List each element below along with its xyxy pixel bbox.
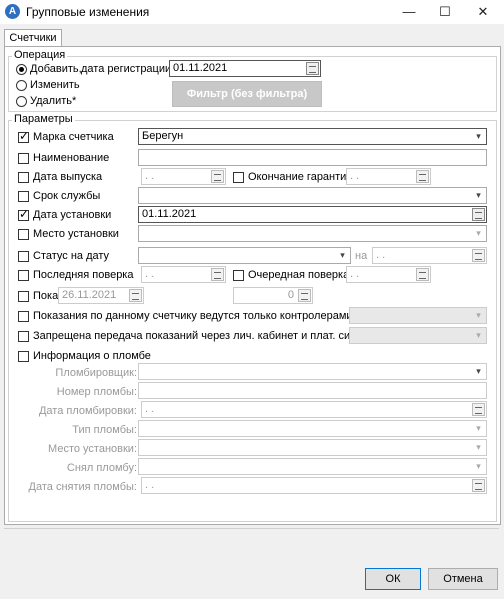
sealer-label: Пломбировщик: (55, 367, 137, 379)
poka-label: Пока (33, 290, 59, 302)
footer-separator (4, 528, 499, 529)
chevron-down-icon[interactable]: ▾ (472, 227, 485, 240)
next-check-checkbox[interactable] (233, 270, 244, 281)
calendar-icon[interactable] (129, 289, 142, 302)
radio-add[interactable] (16, 64, 27, 75)
marka-label: Марка счетчика (33, 131, 114, 143)
no-cabinet-label: Запрещена передача показаний через лич. … (33, 330, 380, 342)
next-check-field[interactable]: . . (346, 266, 431, 283)
install-place-checkbox[interactable] (18, 229, 29, 240)
operation-legend: Операция (12, 49, 68, 61)
warranty-end-field[interactable]: . . (346, 168, 431, 185)
no-cabinet-combo[interactable]: ▾ (349, 327, 487, 344)
calendar-icon[interactable] (472, 249, 485, 262)
seal-type-combo[interactable]: ▾ (138, 420, 487, 437)
reg-date-field[interactable]: 01.11.2021 (169, 60, 321, 77)
marka-combo[interactable]: Берегун ▾ (138, 128, 487, 145)
seal-info-label: Информация о пломбе (33, 350, 151, 362)
last-check-field[interactable]: . . (141, 266, 226, 283)
seal-type-label: Тип пломбы: (72, 424, 137, 436)
calendar-icon[interactable] (472, 403, 485, 416)
controllers-only-combo[interactable]: ▾ (349, 307, 487, 324)
seal-number-field[interactable] (138, 382, 487, 399)
title-bar: A Групповые изменения — ☐ ✕ (0, 0, 504, 24)
chevron-down-icon[interactable]: ▾ (472, 130, 485, 143)
params-legend: Параметры (12, 113, 75, 125)
release-date-checkbox[interactable] (18, 172, 29, 183)
sealer-combo[interactable]: ▾ (138, 363, 487, 380)
name-field[interactable] (138, 149, 487, 166)
install-date-label: Дата установки (33, 209, 112, 221)
filter-button[interactable]: Фильтр (без фильтра) (172, 81, 322, 107)
seal-place-combo[interactable]: ▾ (138, 439, 487, 456)
controllers-only-checkbox[interactable] (18, 311, 29, 322)
app-icon: A (5, 4, 20, 19)
window-title: Групповые изменения (26, 5, 150, 19)
calendar-icon[interactable] (416, 268, 429, 281)
radio-edit[interactable] (16, 80, 27, 91)
poka-checkbox[interactable] (18, 291, 29, 302)
calendar-icon[interactable] (211, 170, 224, 183)
calendar-icon[interactable] (306, 62, 319, 75)
radio-edit-label: Изменить (30, 79, 80, 91)
service-life-combo[interactable]: ▾ (138, 187, 487, 204)
maximize-button[interactable]: ☐ (428, 0, 462, 24)
service-life-label: Срок службы (33, 190, 101, 202)
marka-checkbox[interactable] (18, 129, 29, 143)
radio-delete[interactable] (16, 96, 27, 107)
calendar-icon[interactable] (416, 170, 429, 183)
seal-removal-date-label: Дата снятия пломбы: (28, 481, 137, 493)
status-combo[interactable]: ▾ (138, 247, 351, 264)
install-place-combo[interactable]: ▾ (138, 225, 487, 242)
ok-button[interactable]: ОК (365, 568, 421, 590)
seal-removal-date-field[interactable]: . . (141, 477, 487, 494)
last-check-label: Последняя поверка (33, 269, 134, 281)
install-date-field[interactable]: 01.11.2021 (138, 206, 487, 223)
calendar-icon[interactable] (211, 268, 224, 281)
chevron-down-icon[interactable]: ▾ (472, 441, 485, 454)
seal-removed-label: Снял пломбу: (66, 462, 137, 474)
calendar-icon[interactable] (472, 208, 485, 221)
service-life-checkbox[interactable] (18, 191, 29, 202)
install-place-label: Место установки (33, 228, 119, 240)
calendar-icon[interactable] (472, 479, 485, 492)
chevron-down-icon[interactable]: ▾ (336, 249, 349, 262)
status-date-label: Статус на дату (33, 250, 110, 262)
name-checkbox[interactable] (18, 153, 29, 164)
name-label: Наименование (33, 152, 110, 164)
status-na-date-field[interactable]: . . (372, 247, 487, 264)
radio-add-label: Добавить, (30, 63, 82, 75)
seal-removed-combo[interactable]: ▾ (138, 458, 487, 475)
release-date-label: Дата выпуска (33, 171, 103, 183)
chevron-down-icon[interactable]: ▾ (472, 365, 485, 378)
seal-info-checkbox[interactable] (18, 351, 29, 362)
close-button[interactable]: ✕ (466, 0, 500, 24)
seal-date-field[interactable]: . . (141, 401, 487, 418)
reg-date-label: дата регистрации: (81, 63, 175, 75)
status-date-checkbox[interactable] (18, 251, 29, 262)
warranty-end-label: Окончание гарантии (248, 171, 353, 183)
last-check-checkbox[interactable] (18, 270, 29, 281)
seal-date-label: Дата пломбировки: (38, 405, 137, 417)
chevron-down-icon[interactable]: ▾ (472, 189, 485, 202)
chevron-down-icon[interactable]: ▾ (472, 329, 485, 342)
controllers-only-label: Показания по данному счетчику ведутся то… (33, 310, 353, 322)
minimize-button[interactable]: — (392, 0, 426, 24)
poka-date-field[interactable]: 26.11.2021 (58, 287, 144, 304)
cancel-button[interactable]: Отмена (428, 568, 498, 590)
release-date-field[interactable]: . . (141, 168, 226, 185)
install-date-checkbox[interactable] (18, 207, 29, 221)
seal-place-label: Место установки: (48, 443, 137, 455)
chevron-down-icon[interactable]: ▾ (472, 460, 485, 473)
seal-number-label: Номер пломбы: (56, 386, 137, 398)
warranty-end-checkbox[interactable] (233, 172, 244, 183)
stepper-icon[interactable] (298, 289, 311, 302)
radio-delete-label: Удалить* (30, 95, 77, 107)
poka-number-field[interactable]: 0 (233, 287, 313, 304)
chevron-down-icon[interactable]: ▾ (472, 422, 485, 435)
next-check-label: Очередная поверка (248, 269, 350, 281)
status-na-label: на (355, 250, 368, 262)
no-cabinet-checkbox[interactable] (18, 331, 29, 342)
chevron-down-icon[interactable]: ▾ (472, 309, 485, 322)
